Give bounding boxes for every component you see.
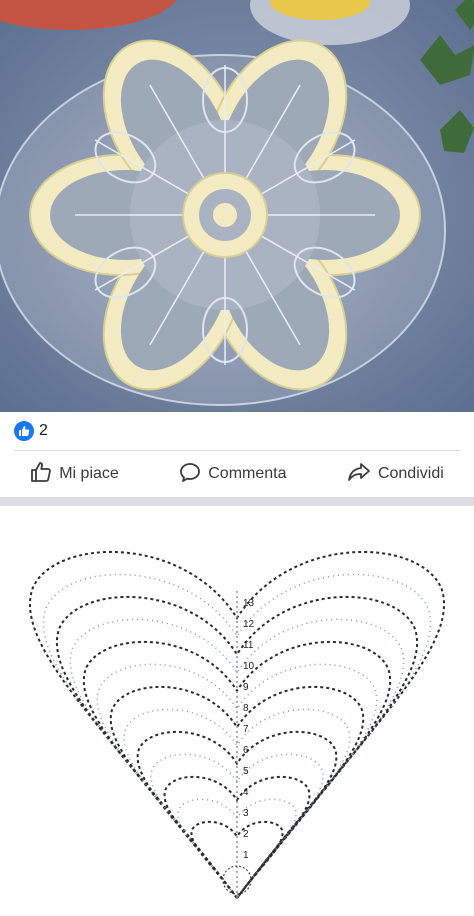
like-button[interactable]: Mi piace (26, 455, 123, 494)
thumbs-up-icon (30, 461, 52, 488)
heart-crochet-diagram: 12345678910111213 (0, 506, 474, 916)
row-number-label: 3 (243, 808, 249, 819)
row-number-label: 8 (243, 703, 249, 714)
doily-photo (0, 0, 474, 412)
like-icon (14, 421, 34, 441)
row-number-label: 13 (243, 598, 255, 609)
post-actions: Mi piace Commenta Condividi (0, 451, 474, 497)
row-number-label: 2 (243, 829, 249, 840)
like-label: Mi piace (59, 465, 119, 482)
row-number-label: 9 (243, 682, 249, 693)
row-number-label: 7 (243, 724, 249, 735)
share-label: Condividi (377, 465, 444, 482)
comment-button[interactable]: Commenta (175, 455, 290, 494)
row-number-label: 12 (243, 619, 255, 630)
reaction-count: 2 (39, 422, 48, 439)
comment-label: Commenta (208, 465, 287, 482)
reactions-row[interactable]: 2 (0, 412, 474, 450)
row-number-label: 1 (243, 850, 249, 861)
row-number-label: 5 (243, 766, 249, 777)
row-number-label: 4 (243, 787, 249, 798)
crochet-chart-image[interactable]: 1 2 3 4 5 6 7 8 9 10 11 12 13 (0, 506, 474, 916)
share-icon (347, 461, 371, 488)
post-separator (0, 497, 474, 506)
row-number-label: 6 (243, 745, 249, 756)
post-photo[interactable] (0, 0, 474, 412)
row-number-label: 10 (243, 661, 255, 672)
row-number-label: 11 (243, 640, 254, 651)
share-button[interactable]: Condividi (343, 455, 448, 494)
comment-icon (179, 461, 201, 488)
